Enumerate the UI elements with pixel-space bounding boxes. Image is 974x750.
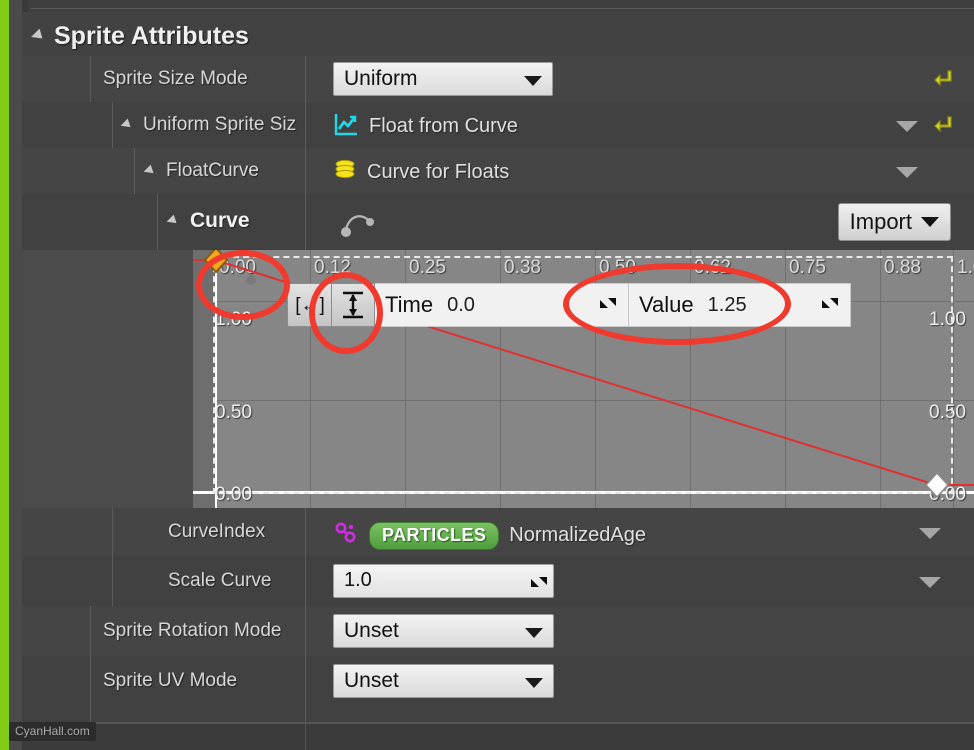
column-divider: [305, 102, 306, 148]
link-pins-icon: [333, 520, 359, 551]
time-label: Time: [385, 292, 434, 317]
row-curveindex: CurveIndex PARTICLES NormalizedAge: [22, 508, 974, 556]
triangle-down-icon[interactable]: [143, 164, 157, 178]
horizontal-arrows-icon[interactable]: [↔]: [287, 283, 331, 327]
chevron-down-icon: [525, 678, 543, 688]
value-text: NormalizedAge: [509, 524, 647, 546]
value-field[interactable]: Value 1.25: [629, 283, 851, 327]
triangle-down-icon[interactable]: [120, 118, 134, 132]
value-float-from-curve[interactable]: Float from Curve: [333, 111, 518, 142]
details-panel: Sprite Attributes Sprite Size Mode Unifo…: [22, 0, 974, 750]
chevron-down-icon[interactable]: [919, 577, 941, 588]
combo-value: Unset: [344, 619, 399, 642]
time-field[interactable]: Time 0.0: [375, 283, 629, 327]
label-uniform-sprite-size: Uniform Sprite Siz: [143, 114, 297, 135]
line-chart-icon: [333, 111, 359, 142]
triangle-down-icon[interactable]: [166, 214, 180, 228]
value-value[interactable]: 1.25: [708, 294, 747, 317]
vertical-arrows-icon[interactable]: [331, 283, 375, 327]
time-value[interactable]: 0.0: [447, 294, 475, 317]
row-curve: Curve Import: [22, 194, 974, 250]
column-divider: [305, 194, 306, 250]
curve-handle-icon: [340, 208, 376, 243]
chevron-down-icon[interactable]: [896, 167, 918, 178]
label-curve: Curve: [190, 209, 250, 232]
label-sprite-size-mode: Sprite Size Mode: [103, 68, 248, 89]
page-title: Sprite Attributes: [54, 22, 249, 50]
row-sprite-uv-mode: Sprite UV Mode Unset: [22, 656, 974, 722]
particles-badge: PARTICLES: [369, 521, 500, 550]
column-divider: [305, 56, 306, 102]
column-divider: [305, 656, 306, 722]
bottom-strip: [22, 724, 974, 750]
combo-sprite-rotation-mode[interactable]: Unset: [333, 614, 554, 648]
bottom-column-divider: [305, 724, 306, 750]
label-sprite-uv-mode: Sprite UV Mode: [103, 670, 238, 691]
indent-guide: [112, 508, 113, 556]
combo-value: Unset: [344, 669, 399, 692]
import-button[interactable]: Import: [837, 203, 951, 241]
spinner-drag-icon[interactable]: [598, 294, 618, 317]
chevron-down-icon: [525, 628, 543, 638]
chevron-down-icon: [921, 217, 939, 227]
indent-guide: [90, 606, 91, 656]
accent-strip: [0, 0, 9, 750]
row-scale-curve: Scale Curve 1.0: [22, 556, 974, 606]
chevron-down-icon[interactable]: [919, 528, 941, 539]
left-gutter: [9, 0, 22, 750]
combo-value: Uniform: [344, 67, 418, 90]
column-divider: [305, 508, 306, 556]
chevron-down-icon[interactable]: [896, 121, 918, 132]
value-curve-for-floats[interactable]: Curve for Floats: [333, 157, 509, 188]
curve-key-end[interactable]: [922, 471, 952, 501]
row-sprite-rotation-mode: Sprite Rotation Mode Unset: [22, 606, 974, 656]
chevron-down-icon: [524, 76, 542, 86]
indent-guide: [157, 194, 158, 250]
indent-guide: [112, 102, 113, 148]
label-floatcurve: FloatCurve: [166, 160, 259, 181]
label-curveindex: CurveIndex: [168, 521, 266, 542]
revert-icon[interactable]: [934, 114, 954, 136]
svg-text:[↔]: [↔]: [295, 295, 325, 316]
top-divider: [30, 8, 974, 9]
import-button-label: Import: [849, 209, 912, 234]
combo-sprite-uv-mode[interactable]: Unset: [333, 664, 554, 698]
scale-curve-value[interactable]: 1.0: [344, 569, 372, 592]
value-label: Value: [639, 292, 694, 317]
triangle-down-icon[interactable]: [31, 28, 46, 44]
combo-sprite-size-mode[interactable]: Uniform: [333, 62, 553, 96]
spinner-drag-icon[interactable]: [820, 294, 840, 317]
revert-icon[interactable]: [934, 68, 954, 90]
indent-guide: [134, 148, 135, 194]
tangent-handle[interactable]: [243, 272, 265, 294]
column-divider: [305, 556, 306, 606]
indent-guide: [112, 556, 113, 606]
column-divider: [305, 606, 306, 656]
value-text: Float from Curve: [369, 115, 518, 137]
row-uniform-sprite-size: Uniform Sprite Siz Float from Curve: [22, 102, 974, 148]
indent-guide: [90, 656, 91, 722]
column-divider: [305, 148, 306, 194]
curve-key-start[interactable]: [201, 250, 231, 276]
value-text: Curve for Floats: [367, 161, 510, 183]
key-edit-popup[interactable]: [↔] Time 0.0 Value 1.25: [287, 283, 851, 327]
editor-root: Sprite Attributes Sprite Size Mode Unifo…: [0, 0, 974, 750]
spinner-drag-icon[interactable]: [529, 573, 547, 591]
label-sprite-rotation-mode: Sprite Rotation Mode: [103, 620, 282, 641]
watermark: CyanHall.com: [9, 722, 96, 741]
label-scale-curve: Scale Curve: [168, 570, 272, 591]
stack-coins-icon: [333, 157, 357, 188]
value-curveindex[interactable]: PARTICLES NormalizedAge: [333, 520, 646, 551]
scale-curve-input[interactable]: 1.0: [333, 564, 554, 598]
category-header-sprite-attributes[interactable]: Sprite Attributes: [22, 12, 974, 56]
row-floatcurve: FloatCurve Curve for Floats: [22, 148, 974, 194]
row-sprite-size-mode: Sprite Size Mode Uniform: [22, 56, 974, 102]
indent-guide: [90, 56, 91, 102]
